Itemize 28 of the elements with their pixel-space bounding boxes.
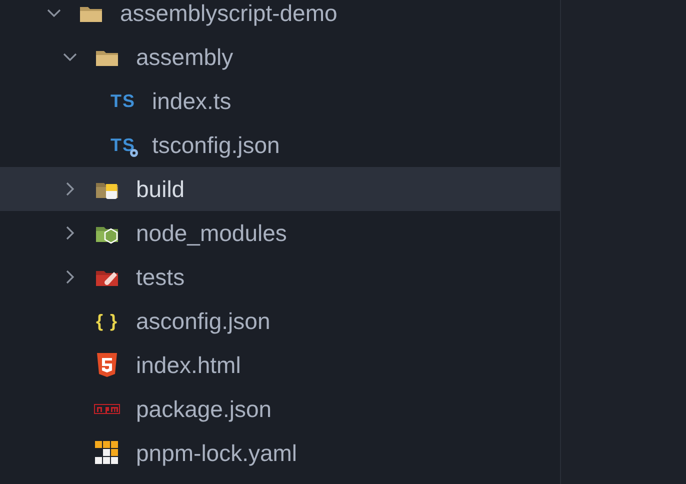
file-name: pnpm-lock.yaml — [136, 440, 298, 466]
folder-row[interactable]: tests — [0, 255, 560, 299]
file-type-label: TS — [110, 90, 136, 112]
folder-name: tests — [136, 264, 185, 290]
file-name: index.ts — [152, 88, 232, 114]
file-row[interactable]: pnpm-lock.yaml — [0, 431, 560, 475]
file-name: asconfig.json — [136, 308, 270, 334]
folder-row[interactable]: build — [0, 167, 560, 211]
file-row[interactable]: package.json — [0, 387, 560, 431]
folder-row[interactable]: node_modules — [0, 211, 560, 255]
file-name: index.html — [136, 352, 241, 378]
folder-row[interactable]: assemblyscript-demo — [0, 0, 560, 35]
file-row[interactable]: index.html — [0, 343, 560, 387]
file-name: tsconfig.json — [152, 132, 280, 158]
file-row[interactable]: TS tsconfig.json — [0, 123, 560, 167]
folder-name: build — [136, 176, 185, 202]
file-name: package.json — [136, 396, 272, 422]
npm-logo-icon — [94, 404, 120, 414]
file-type-label: { } — [96, 310, 118, 332]
file-type-label: TS — [110, 134, 136, 156]
folder-name: assemblyscript-demo — [120, 0, 338, 26]
folder-row[interactable]: assembly — [0, 35, 560, 79]
file-row[interactable]: { } asconfig.json — [0, 299, 560, 343]
shield-icon — [96, 352, 118, 378]
folder-name: node_modules — [136, 220, 287, 246]
folder-name: assembly — [136, 44, 234, 70]
grid-blocks-icon — [95, 441, 119, 465]
file-row[interactable]: TS index.ts — [0, 79, 560, 123]
